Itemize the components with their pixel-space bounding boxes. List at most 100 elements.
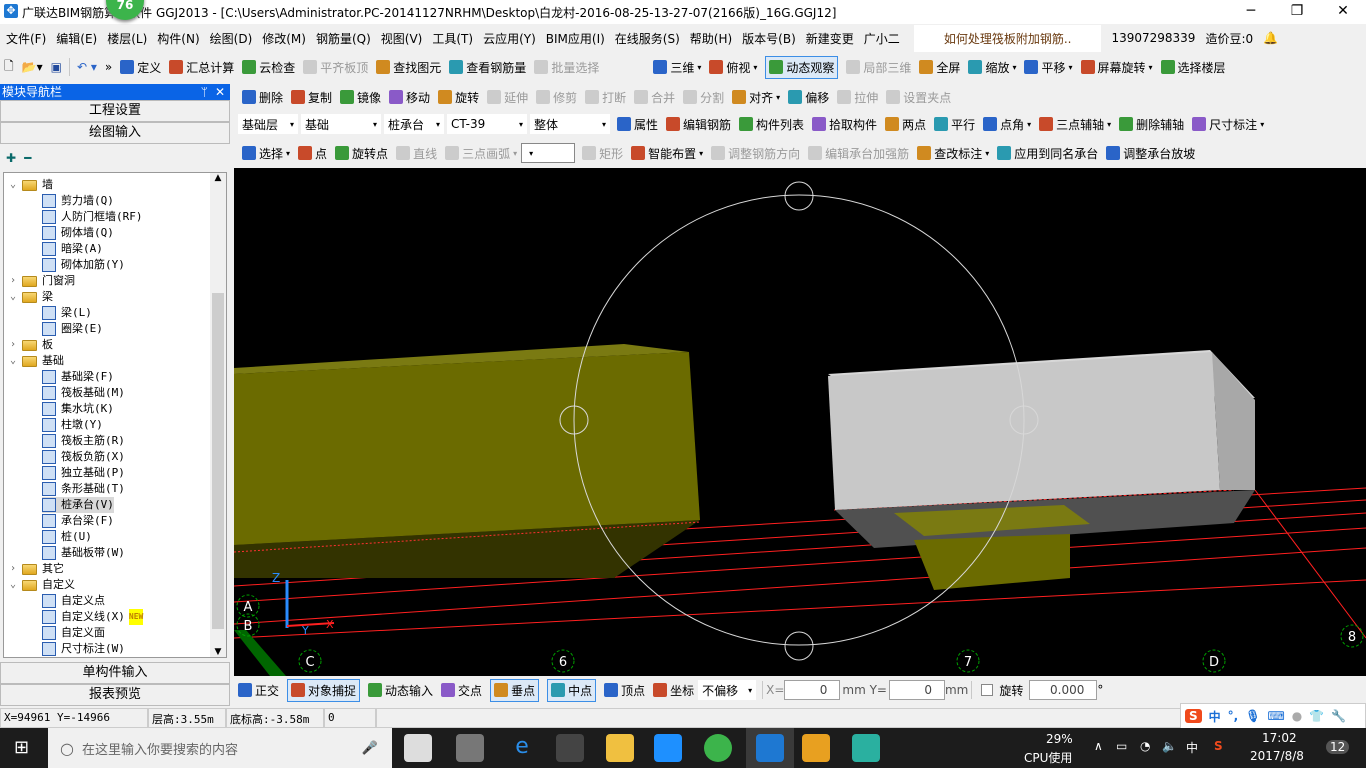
tree-item[interactable]: 筏板负筋(X) — [42, 449, 125, 465]
tree-item[interactable]: 砌体墙(Q) — [42, 225, 114, 241]
model-canvas[interactable]: AB C 6 7 D 8 Z Y X — [233, 168, 1366, 676]
view-button-2[interactable]: 动态观察 — [765, 55, 839, 79]
view-button-3[interactable]: 局部三维 — [846, 56, 911, 79]
close-button[interactable]: ✕ — [1320, 0, 1366, 24]
menu-item[interactable]: 云应用(Y) — [483, 30, 536, 47]
menu-item[interactable]: 帮助(H) — [690, 30, 732, 47]
draw-button-10[interactable]: 查改标注 ▾ — [917, 145, 989, 162]
chevron-down-icon[interactable]: ▾ — [286, 149, 290, 158]
menu-item[interactable]: 绘图(D) — [210, 30, 253, 47]
clock-date[interactable]: 2017/8/8 — [1250, 749, 1304, 763]
chevron-right-icon[interactable]: › — [10, 273, 22, 289]
chevron-down-icon[interactable]: ▾ — [513, 149, 517, 158]
chevron-down-icon[interactable]: ▾ — [699, 149, 703, 158]
ggj-active-app[interactable] — [746, 728, 794, 768]
tree-item[interactable]: 桩承台(V) — [42, 497, 114, 513]
microphone-icon[interactable]: 🎙 — [1245, 709, 1260, 723]
sogou-tray-icon[interactable]: S — [1214, 739, 1223, 753]
tree-item[interactable]: 基础梁(F) — [42, 369, 114, 385]
chevron-down-icon[interactable]: ▾ — [1012, 63, 1016, 72]
menu-item[interactable]: 工具(T) — [432, 30, 473, 47]
tray-chevron-icon[interactable]: ∧ — [1094, 739, 1103, 753]
draw-button-7[interactable]: 智能布置 ▾ — [631, 145, 703, 162]
view-button-6[interactable]: 平移 ▾ — [1024, 56, 1073, 79]
wifi-icon[interactable]: ◔ — [1140, 739, 1150, 753]
filter-select-2[interactable]: 桩承台 ▾ — [384, 114, 444, 134]
wrench-icon[interactable]: 🔧 — [1331, 709, 1346, 723]
component-button-9[interactable]: 尺寸标注 ▾ — [1192, 116, 1264, 133]
menu-item[interactable]: 版本号(B) — [742, 30, 796, 47]
snap-button-5[interactable]: 中点 — [547, 678, 597, 702]
menu-item[interactable]: 构件(N) — [157, 30, 199, 47]
tree-folder[interactable]: › 其它 — [10, 561, 64, 577]
edit-button-11[interactable]: 偏移 — [788, 89, 829, 106]
draw-button-0[interactable]: 选择 ▾ — [242, 145, 290, 162]
beans-balance[interactable]: 造价豆:0 — [1205, 30, 1253, 47]
menu-item[interactable]: 视图(V) — [381, 30, 423, 47]
chevron-down-icon[interactable]: ▾ — [753, 63, 757, 72]
keyboard-icon[interactable]: ⌨ — [1267, 709, 1284, 723]
y-input[interactable]: 0 — [888, 680, 945, 700]
collapse-all-icon[interactable]: ━ — [24, 151, 31, 165]
store-icon[interactable] — [556, 734, 584, 762]
tree-folder[interactable]: ⌄ 自定义 — [10, 577, 75, 593]
project-settings-button[interactable]: 工程设置 — [0, 100, 230, 122]
snap-button-2[interactable]: 动态输入 — [368, 679, 433, 702]
tree-folder[interactable]: ⌄ 基础 — [10, 353, 64, 369]
component-button-7[interactable]: 三点辅轴 ▾ — [1039, 116, 1111, 133]
view-button-4[interactable]: 全屏 — [919, 56, 960, 79]
battery-icon[interactable]: ▭ — [1116, 739, 1127, 753]
edit-button-9[interactable]: 分割 — [683, 89, 724, 106]
chevron-down-icon[interactable]: ▾ — [1260, 120, 1264, 129]
chevron-down-icon[interactable]: ⌄ — [10, 353, 22, 369]
draw-button-9[interactable]: 编辑承台加强筋 — [808, 145, 909, 162]
edge-browser-icon[interactable]: e — [508, 734, 536, 762]
main-button-4[interactable]: 查找图元 — [376, 59, 441, 76]
ime-mode[interactable]: 中 — [1209, 708, 1221, 725]
draw-button-3[interactable]: 直线 — [396, 145, 437, 162]
filter-select-0[interactable]: 基础层 ▾ — [238, 114, 298, 134]
taskbar-app-fan-icon[interactable] — [404, 734, 432, 762]
more-icon[interactable]: » — [105, 60, 112, 74]
menu-item[interactable]: 修改(M) — [262, 30, 306, 47]
chevron-down-icon[interactable]: ▾ — [697, 63, 701, 72]
chevron-down-icon[interactable]: ▾ — [776, 93, 780, 102]
tree-folder[interactable]: › 板 — [10, 337, 53, 353]
edit-button-2[interactable]: 镜像 — [340, 89, 381, 106]
draw-button-8[interactable]: 调整钢筋方向 — [711, 145, 800, 162]
edit-button-12[interactable]: 拉伸 — [837, 89, 878, 106]
tree-item[interactable]: 剪力墙(Q) — [42, 193, 114, 209]
chevron-down-icon[interactable]: ⌄ — [10, 289, 22, 305]
edit-button-1[interactable]: 复制 — [291, 89, 332, 106]
menu-item[interactable]: 在线服务(S) — [615, 30, 680, 47]
component-button-5[interactable]: 平行 — [934, 116, 975, 133]
file-explorer-icon[interactable] — [606, 734, 634, 762]
tree-item[interactable]: 自定义点 — [42, 593, 105, 609]
user-icon[interactable]: ● — [1292, 709, 1302, 723]
notes-app-icon[interactable] — [802, 734, 830, 762]
draw-button-2[interactable]: 旋转点 — [335, 145, 388, 162]
expand-all-icon[interactable]: ✚ — [6, 151, 16, 165]
main-button-3[interactable]: 平齐板顶 — [303, 59, 368, 76]
tree-folder[interactable]: ⌄ 墙 — [10, 177, 53, 193]
drawing-input-button[interactable]: 绘图输入 — [0, 122, 230, 144]
main-button-2[interactable]: 云检查 — [242, 59, 295, 76]
filter-select-4[interactable]: 整体 ▾ — [530, 114, 610, 134]
minimize-button[interactable]: ─ — [1228, 0, 1274, 24]
draw-button-4[interactable]: 三点画弧 ▾ — [445, 145, 517, 162]
tree-item[interactable]: 条形基础(T) — [42, 481, 125, 497]
assistant-button[interactable]: 广小二 — [864, 30, 900, 47]
tree-item[interactable]: 人防门框墙(RF) — [42, 209, 143, 225]
snap-button-3[interactable]: 交点 — [441, 679, 482, 702]
main-button-6[interactable]: 批量选择 — [534, 59, 599, 76]
menu-item[interactable]: 文件(F) — [6, 30, 46, 47]
menu-item[interactable]: 楼层(L) — [107, 30, 147, 47]
component-button-0[interactable]: 属性 — [617, 116, 658, 133]
tree-item[interactable]: 桩(U) — [42, 529, 92, 545]
draw-button-1[interactable]: 点 — [298, 145, 327, 162]
chevron-right-icon[interactable]: › — [10, 561, 22, 577]
glodon-t-icon[interactable] — [852, 734, 880, 762]
edit-button-6[interactable]: 修剪 — [536, 89, 577, 106]
single-component-input-button[interactable]: 单构件输入 — [0, 662, 230, 684]
open-file-icon[interactable]: 📂▾ — [22, 60, 43, 74]
